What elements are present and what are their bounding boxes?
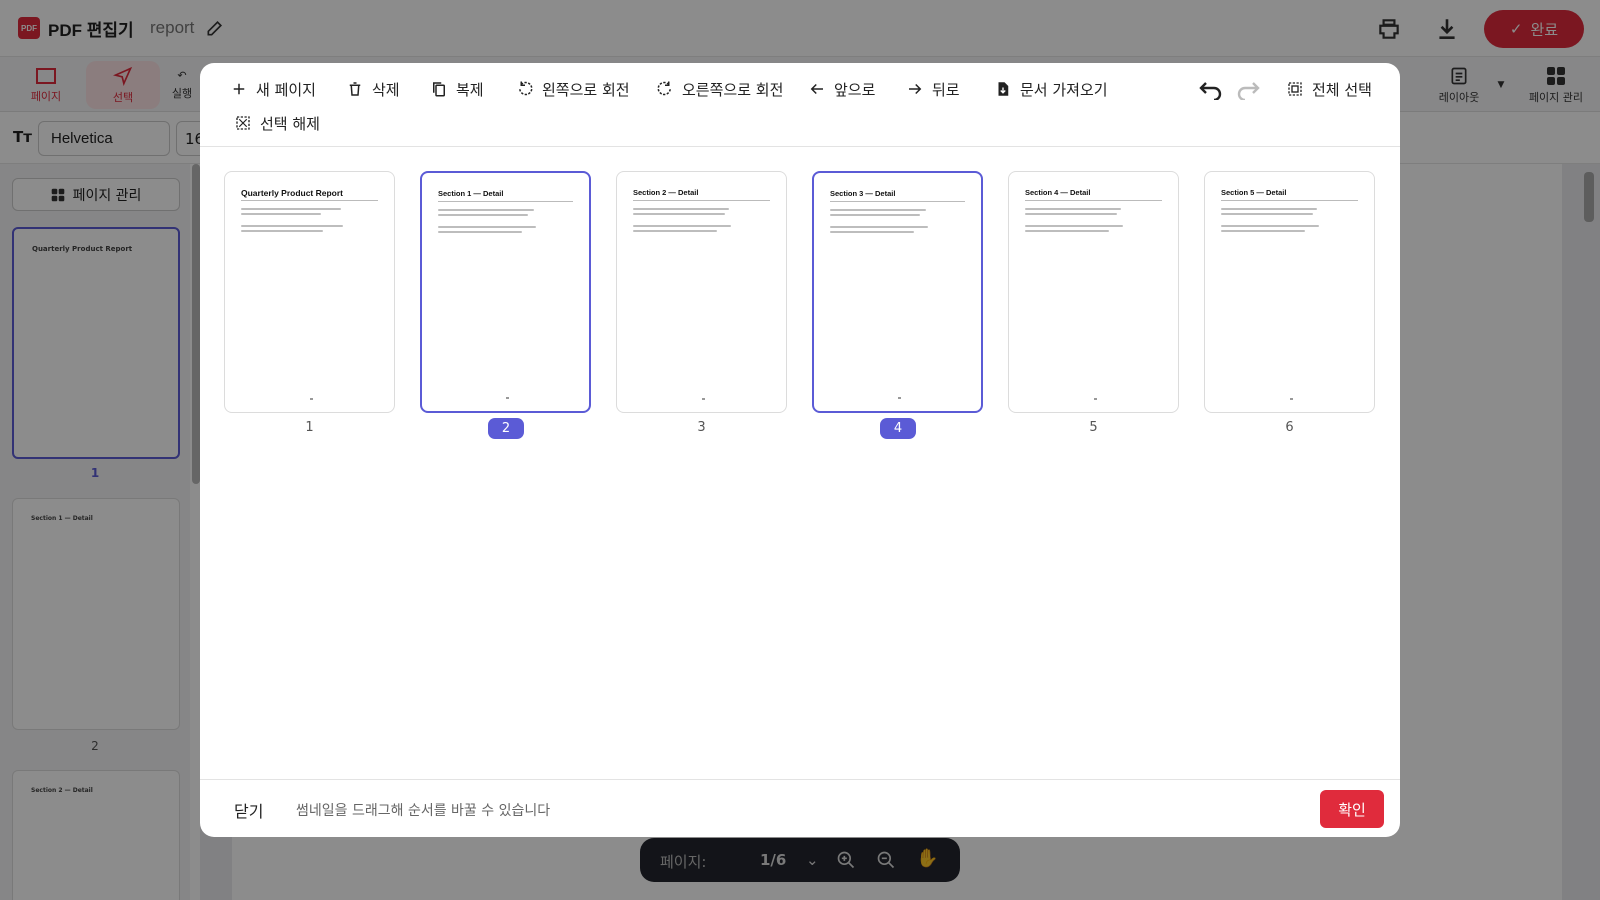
duplicate-button[interactable]: 복제: [430, 74, 484, 104]
undo-icon[interactable]: [1197, 78, 1223, 100]
select-all-icon: [1288, 82, 1302, 96]
text-line: [830, 214, 920, 216]
thumbnail-rule: [241, 200, 378, 201]
text-line: [438, 209, 534, 211]
arrow-left-icon: [810, 83, 823, 95]
page-number: 1: [305, 420, 314, 435]
import-document-button[interactable]: 문서 가져오기: [994, 74, 1108, 104]
page-thumbnail[interactable]: Section 2 — Detail: [616, 171, 787, 413]
rotate-right-icon: [657, 81, 671, 96]
deselect-button[interactable]: 선택 해제: [234, 108, 320, 138]
rotate-left-button[interactable]: 왼쪽으로 회전: [516, 74, 630, 104]
page-footer-mark: [701, 398, 705, 400]
text-line: [241, 208, 341, 210]
text-line: [1221, 230, 1305, 232]
new-page-label: 새 페이지: [256, 80, 316, 99]
text-line: [633, 213, 725, 215]
text-line: [830, 231, 914, 233]
page-footer-mark: [1289, 398, 1293, 400]
thumbnail-rule: [830, 201, 965, 202]
select-all-label: 전체 선택: [1312, 80, 1372, 99]
text-line: [1221, 225, 1319, 227]
text-line: [1025, 208, 1121, 210]
file-import-icon: [998, 82, 1009, 96]
page-thumbnail-selected[interactable]: Section 3 — Detail: [812, 171, 983, 413]
new-page-button[interactable]: 새 페이지: [230, 74, 316, 104]
rotate-right-button[interactable]: 오른쪽으로 회전: [656, 74, 783, 104]
page-number: 3: [697, 420, 706, 435]
page-number: 5: [1089, 420, 1098, 435]
thumbnail-title: Section 2 — Detail: [633, 188, 699, 197]
page-thumbnail[interactable]: Section 4 — Detail: [1008, 171, 1179, 413]
select-all-button[interactable]: 전체 선택: [1286, 74, 1372, 104]
close-button[interactable]: 닫기: [234, 798, 263, 822]
deselect-label: 선택 해제: [260, 114, 320, 133]
page-thumbnail-selected[interactable]: Section 1 — Detail: [420, 171, 591, 413]
page-manager-modal: 새 페이지 삭제 복제 왼쪽으로 회전 오른쪽으로 회전 앞으로 뒤로 문서 가…: [200, 63, 1400, 837]
text-line: [633, 230, 717, 232]
thumbnail-title: Section 5 — Detail: [1221, 188, 1287, 197]
move-forward-label: 앞으로: [834, 80, 876, 99]
text-line: [830, 209, 926, 211]
page-thumbnail[interactable]: Section 5 — Detail: [1204, 171, 1375, 413]
page-footer-mark: [897, 397, 901, 399]
page-footer-mark: [505, 397, 509, 399]
thumbnail-rule: [1221, 200, 1358, 201]
text-line: [241, 225, 343, 227]
text-line: [1221, 208, 1317, 210]
text-line: [1221, 213, 1313, 215]
rotate-right-label: 오른쪽으로 회전: [682, 80, 784, 99]
modal-toolbar: 새 페이지 삭제 복제 왼쪽으로 회전 오른쪽으로 회전 앞으로 뒤로 문서 가…: [200, 63, 1400, 147]
text-line: [241, 230, 323, 232]
page-footer-mark: [1093, 398, 1097, 400]
modal-footer: 닫기 썸네일을 드래그해 순서를 바꿀 수 있습니다 확인: [200, 779, 1400, 837]
text-line: [438, 214, 528, 216]
page-thumbnail-grid: Quarterly Product Report 1 Section 1 — D…: [200, 148, 1400, 778]
text-line: [241, 213, 321, 215]
trash-icon: [349, 82, 361, 96]
confirm-button[interactable]: 확인: [1320, 790, 1384, 828]
arrow-right-icon: [909, 83, 922, 95]
text-line: [633, 208, 729, 210]
thumbnail-title: Quarterly Product Report: [241, 188, 344, 198]
deselect-icon: [236, 116, 250, 130]
move-forward-button[interactable]: 앞으로: [808, 74, 875, 104]
plus-icon: [233, 83, 245, 95]
thumbnail-rule: [1025, 200, 1162, 201]
duplicate-label: 복제: [456, 80, 484, 99]
copy-icon: [433, 82, 445, 97]
delete-button[interactable]: 삭제: [346, 74, 400, 104]
thumbnail-title: Section 1 — Detail: [438, 189, 504, 198]
delete-label: 삭제: [372, 80, 400, 99]
text-line: [1025, 225, 1123, 227]
thumbnail-rule: [633, 200, 770, 201]
rotate-left-label: 왼쪽으로 회전: [542, 80, 630, 99]
page-thumbnail[interactable]: Quarterly Product Report: [224, 171, 395, 413]
rotate-left-icon: [519, 81, 533, 96]
drag-hint: 썸네일을 드래그해 순서를 바꿀 수 있습니다: [296, 803, 551, 819]
page-number-selected-badge: 2: [488, 418, 524, 439]
redo-icon[interactable]: [1236, 78, 1262, 100]
thumbnail-title: Section 3 — Detail: [830, 189, 896, 198]
page-number-selected-badge: 4: [880, 418, 916, 439]
move-backward-button[interactable]: 뒤로: [906, 74, 960, 104]
text-line: [1025, 230, 1109, 232]
text-line: [438, 226, 536, 228]
text-line: [438, 231, 522, 233]
page-number: 6: [1285, 420, 1294, 435]
text-line: [1025, 213, 1117, 215]
import-document-label: 문서 가져오기: [1020, 80, 1108, 99]
thumbnail-rule: [438, 201, 573, 202]
text-line: [633, 225, 731, 227]
text-line: [830, 226, 928, 228]
thumbnail-title: Section 4 — Detail: [1025, 188, 1091, 197]
move-backward-label: 뒤로: [932, 80, 960, 99]
page-footer-mark: [309, 398, 313, 400]
